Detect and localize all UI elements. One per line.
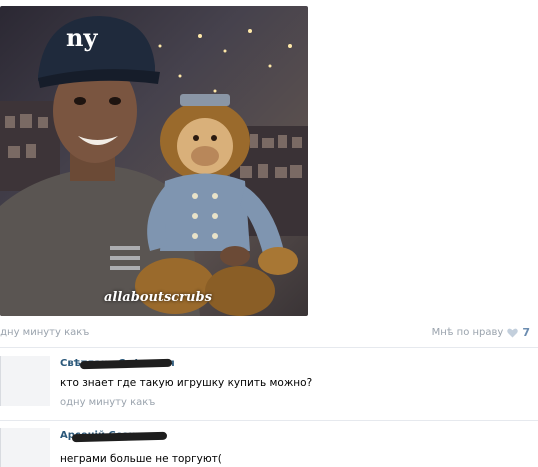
like-count: 7 <box>522 326 530 339</box>
photo-illustration: ny <box>0 16 308 316</box>
comment-timestamp[interactable]: одну минуту какъ <box>60 397 155 408</box>
like-button[interactable]: Мнѣ по нраву 7 <box>432 326 530 339</box>
like-label: Мнѣ по нраву <box>431 327 504 338</box>
comment-divider <box>0 420 538 421</box>
post-timestamp[interactable]: одну минуту какъ <box>0 327 89 338</box>
svg-text:ny: ny <box>66 23 98 52</box>
comment-text: неграми больше не торгуют( <box>60 453 222 465</box>
post-photo[interactable]: ny allaboutscrubs <box>0 6 308 316</box>
comment: Арсеній Ссенько неграми больше не торгую… <box>0 428 538 467</box>
comment: Свѣтлана Смѣльная кто знает где такую иг… <box>0 356 538 418</box>
post-meta: одну минуту какъ Мнѣ по нраву 7 <box>0 325 538 341</box>
comment-text: кто знает где такую игрушку купить можно… <box>60 377 313 389</box>
avatar[interactable] <box>0 356 50 406</box>
avatar[interactable] <box>0 428 50 467</box>
photo-watermark: allaboutscrubs <box>104 290 212 305</box>
comments-divider <box>0 347 538 348</box>
heart-icon <box>507 328 519 337</box>
